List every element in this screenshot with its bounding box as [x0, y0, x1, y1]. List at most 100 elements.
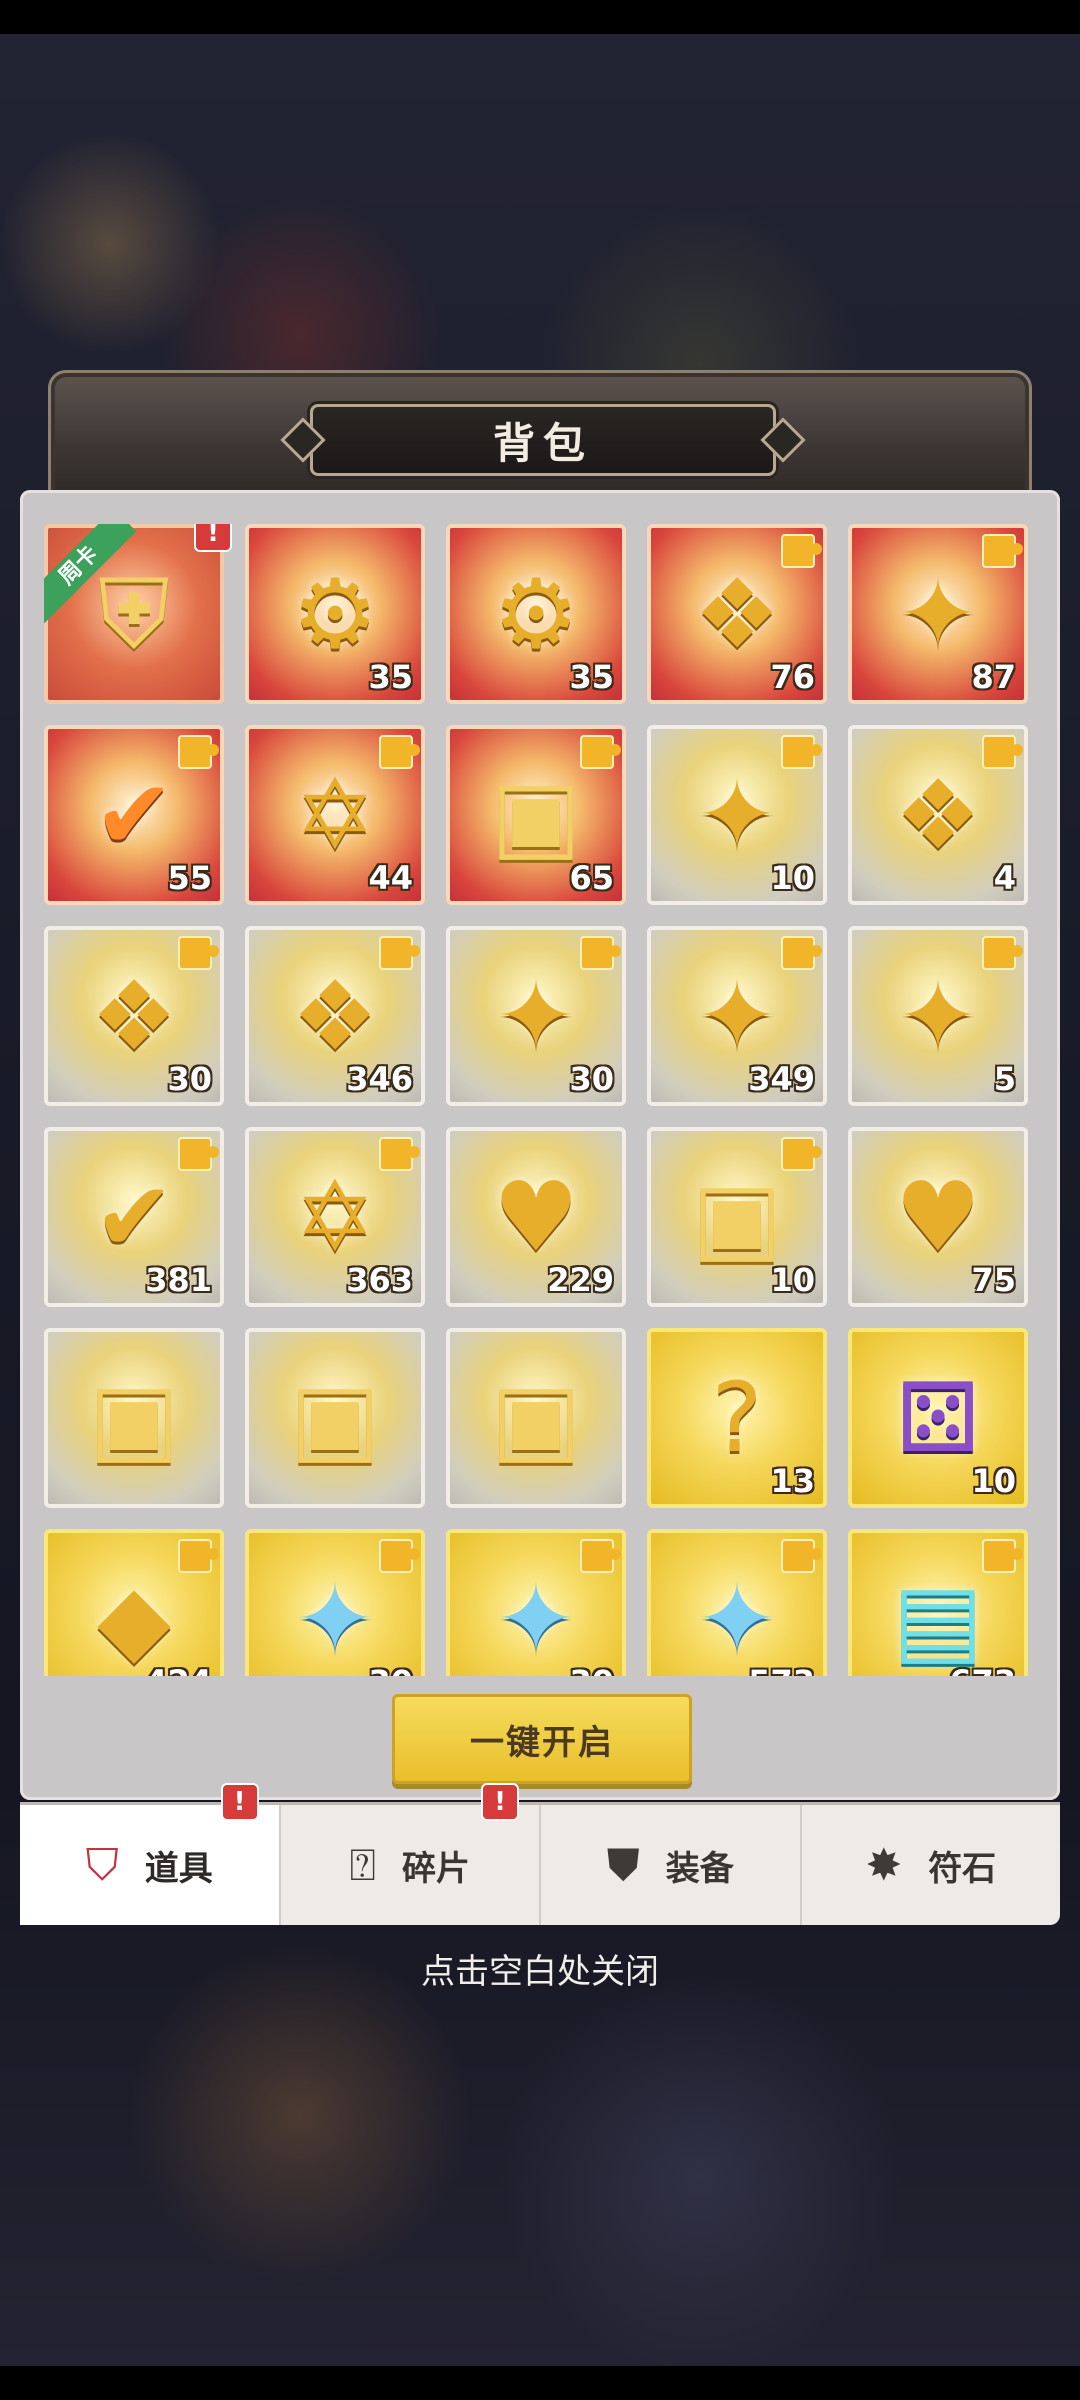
- mystery-chest-icon: ?: [711, 1362, 763, 1474]
- bag-item[interactable]: ? 13: [647, 1328, 827, 1508]
- red-card-icon: ▣: [490, 759, 582, 871]
- bag-item[interactable]: ⚄ 10: [848, 1328, 1028, 1508]
- item-count: 30: [167, 1060, 212, 1098]
- bag-item[interactable]: ✔ 55: [44, 725, 224, 905]
- bag-item[interactable]: ♥ 75: [848, 1127, 1028, 1307]
- item-count: 424: [145, 1663, 212, 1676]
- item-count: 10: [971, 1462, 1016, 1500]
- fragment-puzzle-icon: [982, 1539, 1023, 1573]
- item-grid-viewport[interactable]: ⛨ 周卡! ⚙ 35 ⚙ 35 ❖ 76 ✦ 87 ✔ 55 ✡ 44 ▣ 65 ✦ 10 ❖ 4 ❖ 30 ❖ 346 ✦ 30…: [44, 524, 1036, 1676]
- bag-item[interactable]: ✦ 5: [848, 926, 1028, 1106]
- bag-item[interactable]: ✦573: [647, 1529, 827, 1676]
- bag-item[interactable]: ▣: [245, 1328, 425, 1508]
- item-count: 55: [167, 859, 212, 897]
- bag-item[interactable]: ♥ 229: [446, 1127, 626, 1307]
- item-count: 5: [993, 1060, 1016, 1098]
- item-count: 10: [770, 859, 815, 897]
- fragment-puzzle-icon: [379, 735, 420, 769]
- item-count: 35: [368, 658, 413, 696]
- close-hint: 点击空白处关闭: [421, 1952, 659, 1992]
- bag-item[interactable]: ✔ 381: [44, 1127, 224, 1307]
- fragment-puzzle-icon: [781, 1137, 822, 1171]
- tab-label: 道具: [144, 1848, 213, 1889]
- heart-chest-icon: ♥: [894, 1161, 982, 1273]
- bag-item[interactable]: ✦30: [245, 1529, 425, 1676]
- bag-tab-bar: ⛉ 道具! ⍰ 碎片! ⛊ 装备 ✸ 符石: [20, 1783, 1061, 1925]
- alert-badge: !: [194, 524, 232, 552]
- bag-item[interactable]: ❖ 346: [245, 926, 425, 1106]
- weekly-card-ribbon: 周卡: [44, 524, 144, 624]
- bag-item[interactable]: ▤673: [848, 1529, 1028, 1676]
- item-count: 346: [346, 1060, 413, 1098]
- gold-phoenix-chest-icon: ❖: [291, 960, 379, 1072]
- alert-badge: !: [481, 1783, 519, 1821]
- open-all-label: 一键开启: [470, 1722, 614, 1763]
- gold-star-chest-icon: ✦: [897, 960, 979, 1072]
- fragment-puzzle-icon: [781, 936, 822, 970]
- item-count: 4: [993, 859, 1016, 897]
- gold-phoenix-chest-icon: ❖: [90, 960, 178, 1072]
- gold-star-chest-icon: ✦: [696, 759, 778, 871]
- open-all-button[interactable]: 一键开启: [392, 1694, 692, 1784]
- bag-item[interactable]: ▣ 10: [647, 1127, 827, 1307]
- fragment-puzzle-icon: [379, 1137, 420, 1171]
- fragment-puzzle-icon: [379, 936, 420, 970]
- gold-phoenix-chest-icon: ❖: [894, 759, 982, 871]
- item-count: 30: [569, 1060, 614, 1098]
- hexagram-chest-icon: ✡: [294, 759, 376, 871]
- cyan-chest-icon: ▤: [892, 1563, 984, 1675]
- bag-item[interactable]: ⚙ 35: [446, 524, 626, 704]
- gold-check-chest-icon: ✔: [93, 1161, 175, 1273]
- winged-red-chest-icon: ⚙: [492, 558, 580, 670]
- bag-item[interactable]: ✦30: [446, 1529, 626, 1676]
- tab-label: 符石: [928, 1848, 997, 1889]
- fragment-puzzle-icon: [379, 1539, 420, 1573]
- heart-chest-icon: ♥: [492, 1161, 580, 1273]
- bag-item[interactable]: ▣: [446, 1328, 626, 1508]
- item-count: 75: [971, 1261, 1016, 1299]
- gold-star-chest-icon: ✦: [696, 960, 778, 1072]
- crystal-chest-icon: ✦: [495, 1563, 577, 1675]
- item-count: 363: [346, 1261, 413, 1299]
- bag-item[interactable]: ▣: [44, 1328, 224, 1508]
- item-count: 381: [145, 1261, 212, 1299]
- runestone-tab-icon: ✸: [865, 1839, 903, 1891]
- dice-chest-icon: ⚄: [896, 1362, 980, 1474]
- fragment-puzzle-icon: [781, 534, 822, 568]
- alert-badge: !: [220, 1783, 259, 1821]
- bag-item[interactable]: ✦ 10: [647, 725, 827, 905]
- item-count: 229: [547, 1261, 614, 1299]
- bag-item[interactable]: ▣ 65: [446, 725, 626, 905]
- crystal-chest-icon: ✦: [294, 1563, 376, 1675]
- bag-item[interactable]: ✦ 87: [848, 524, 1028, 704]
- fragment-puzzle-icon: [580, 735, 621, 769]
- bag-item[interactable]: ✦30: [446, 926, 626, 1106]
- bag-item[interactable]: ❖ 30: [44, 926, 224, 1106]
- crystal-chest-icon: ✦: [696, 1563, 778, 1675]
- ribbon-label: 周卡: [44, 524, 137, 624]
- tab-equipment[interactable]: ⛊ 装备: [541, 1805, 802, 1925]
- bag-item[interactable]: ⚙ 35: [245, 524, 425, 704]
- fragment-puzzle-icon: [178, 735, 219, 769]
- bag-item[interactable]: ✡ 363: [245, 1127, 425, 1307]
- item-count: 87: [971, 658, 1016, 696]
- equipment-tab-icon: ⛊: [606, 1839, 640, 1891]
- bag-item[interactable]: ✡ 44: [245, 725, 425, 905]
- bag-item[interactable]: ✦ 349: [647, 926, 827, 1106]
- bag-item[interactable]: ◆424: [44, 1529, 224, 1676]
- bag-item[interactable]: ❖ 76: [647, 524, 827, 704]
- item-count: 573: [748, 1663, 815, 1676]
- star-chest-icon: ✦: [897, 558, 979, 670]
- panel-title: 背包: [492, 418, 593, 468]
- tab-label: 碎片: [401, 1848, 470, 1889]
- phoenix-chest-icon: ❖: [693, 558, 781, 670]
- tab-runestone[interactable]: ✸ 符石: [802, 1805, 1061, 1925]
- gold-star-chest-icon: ✦: [495, 960, 577, 1072]
- tab-fragments[interactable]: ⍰ 碎片!: [281, 1783, 541, 1925]
- fragment-puzzle-icon: [178, 1539, 219, 1573]
- fragments-tab-icon: ⍰: [349, 1839, 376, 1891]
- gold-card-icon: ▣: [289, 1362, 381, 1474]
- bag-item[interactable]: ⛨ 周卡!: [44, 524, 232, 704]
- bag-item[interactable]: ❖ 4: [848, 725, 1028, 905]
- tab-items[interactable]: ⛉ 道具!: [20, 1783, 281, 1925]
